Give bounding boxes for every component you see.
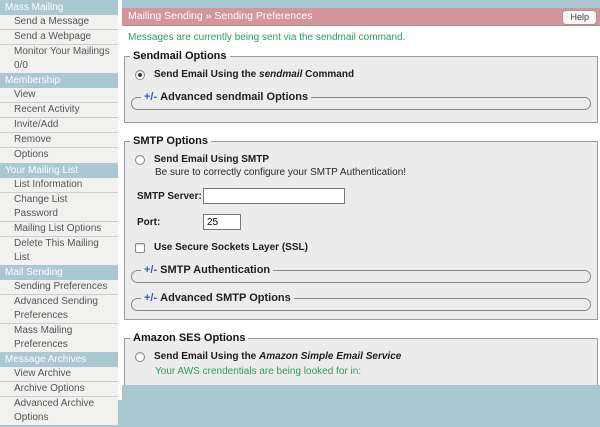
smtp-port-input[interactable] (203, 214, 241, 230)
sidebar-item-options[interactable]: Options (0, 148, 118, 163)
sidebar-item-delete-this-mailing-list[interactable]: Delete This Mailing List (0, 237, 118, 265)
ssl-checkbox-label: Use Secure Sockets Layer (SSL) (154, 242, 308, 253)
sidebar-section-your-mailing-list: Your Mailing List List Information Chang… (0, 163, 122, 265)
sendmail-options-fieldset: Sendmail Options Send Email Using the se… (124, 50, 598, 123)
amazon-ses-radio-label: Send Email Using the Amazon Simple Email… (154, 351, 401, 362)
sidebar-item-mass-mailing-preferences[interactable]: Mass Mailing Preferences (0, 324, 118, 352)
sidebar-item-archive-options[interactable]: Archive Options (0, 382, 118, 397)
main-panel: Messages are currently being sent via th… (122, 26, 600, 385)
smtp-server-label: SMTP Server: (137, 191, 203, 202)
amazon-ses-options-fieldset: Amazon SES Options Send Email Using the … (124, 332, 598, 385)
sidebar-item-view-archive[interactable]: View Archive (0, 367, 118, 382)
sidebar-item-recent-activity[interactable]: Recent Activity (0, 103, 118, 118)
content-pane: Mailing Sending » Sending Preferences He… (122, 0, 600, 400)
plus-minus-icon: +/- (144, 292, 157, 304)
sidebar-item-send-a-webpage[interactable]: Send a Webpage (0, 30, 118, 45)
sidebar-section-mail-sending: Mail Sending Sending Preferences Advance… (0, 265, 122, 352)
sidebar-item-change-list-password[interactable]: Change List Password (0, 193, 118, 222)
amazon-ses-options-legend: Amazon SES Options (130, 332, 248, 344)
advanced-sendmail-options-toggle-label: +/-Advanced sendmail Options (141, 91, 311, 103)
sidebar-header-membership: Membership (0, 73, 118, 88)
sidebar-item-view[interactable]: View (0, 88, 118, 103)
sidebar-header-mass-mailing: Mass Mailing (0, 0, 118, 15)
smtp-port-label: Port: (137, 217, 203, 228)
sendmail-radio[interactable] (135, 70, 145, 80)
smtp-options-fieldset: SMTP Options Send Email Using SMTP Be su… (124, 135, 598, 320)
sidebar-item-monitor-your-mailings[interactable]: Monitor Your Mailings 0/0 (0, 45, 118, 73)
sendmail-options-legend: Sendmail Options (130, 50, 230, 62)
sendmail-radio-row: Send Email Using the sendmail Command (135, 69, 593, 80)
sidebar-item-advanced-archive-options[interactable]: Advanced Archive Options (0, 397, 118, 425)
advanced-sendmail-options-toggle[interactable]: +/-Advanced sendmail Options (131, 91, 591, 110)
amazon-ses-radio-row: Send Email Using the Amazon Simple Email… (135, 351, 593, 362)
sidebar-item-invite-add[interactable]: Invite/Add (0, 118, 118, 133)
sidebar-item-sending-preferences[interactable]: Sending Preferences (0, 280, 118, 295)
sidebar-header-your-mailing-list: Your Mailing List (0, 163, 118, 178)
sidebar: Mass Mailing Send a Message Send a Webpa… (0, 0, 122, 400)
smtp-radio-label: Send Email Using SMTP (154, 154, 269, 165)
sidebar-section-membership: Membership View Recent Activity Invite/A… (0, 73, 122, 163)
smtp-auth-warning: Be sure to correctly configure your SMTP… (155, 167, 593, 178)
smtp-options-legend: SMTP Options (130, 135, 211, 147)
ssl-checkbox[interactable] (135, 243, 145, 253)
page-titlebar: Mailing Sending » Sending Preferences He… (122, 8, 600, 26)
sidebar-item-send-a-message[interactable]: Send a Message (0, 15, 118, 30)
smtp-radio[interactable] (135, 155, 145, 165)
plus-minus-icon: +/- (144, 264, 157, 276)
page-title: Mailing Sending » Sending Preferences (128, 10, 312, 22)
advanced-smtp-options-toggle-label: +/-Advanced SMTP Options (141, 292, 294, 304)
sidebar-section-mass-mailing: Mass Mailing Send a Message Send a Webpa… (0, 0, 122, 73)
smtp-authentication-toggle[interactable]: +/-SMTP Authentication (131, 264, 591, 283)
smtp-radio-row: Send Email Using SMTP (135, 154, 593, 165)
sidebar-item-list-information[interactable]: List Information (0, 178, 118, 193)
advanced-smtp-options-toggle[interactable]: +/-Advanced SMTP Options (131, 292, 591, 311)
sidebar-item-advanced-sending-preferences[interactable]: Advanced Sending Preferences (0, 295, 118, 324)
sidebar-header-message-archives: Message Archives (0, 352, 118, 367)
sidebar-header-mail-sending: Mail Sending (0, 265, 118, 280)
aws-credentials-note: Your AWS crendentials are being looked f… (155, 366, 593, 377)
sidebar-section-message-archives: Message Archives View Archive Archive Op… (0, 352, 122, 425)
sendmail-radio-label: Send Email Using the sendmail Command (154, 69, 354, 80)
smtp-server-row: SMTP Server: (137, 188, 593, 204)
amazon-ses-radio[interactable] (135, 352, 145, 362)
smtp-server-input[interactable] (203, 188, 345, 204)
smtp-authentication-toggle-label: +/-SMTP Authentication (141, 264, 273, 276)
smtp-port-row: Port: (137, 214, 593, 230)
sidebar-item-remove[interactable]: Remove (0, 133, 118, 148)
status-message: Messages are currently being sent via th… (128, 32, 598, 43)
help-button[interactable]: Help (562, 10, 597, 25)
sidebar-item-mailing-list-options[interactable]: Mailing List Options (0, 222, 118, 237)
ssl-check-row: Use Secure Sockets Layer (SSL) (135, 242, 593, 253)
plus-minus-icon: +/- (144, 91, 157, 103)
